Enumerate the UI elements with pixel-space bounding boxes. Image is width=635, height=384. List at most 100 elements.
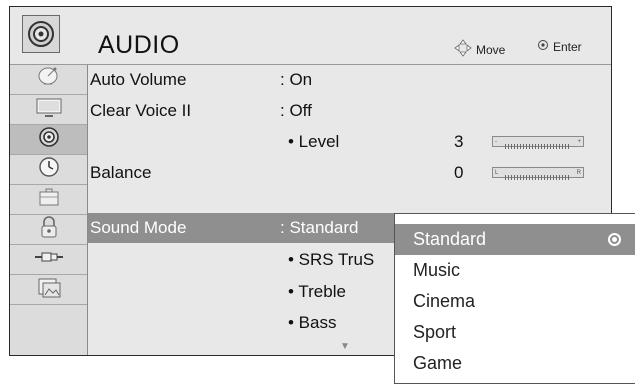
level-row[interactable]: • Level 3 - + xyxy=(88,127,611,157)
balance-label: Balance xyxy=(90,163,152,182)
lock-icon xyxy=(38,215,60,244)
sidebar-item-option[interactable] xyxy=(10,185,87,215)
sidebar-item-picture[interactable] xyxy=(10,95,87,125)
slider-tick xyxy=(526,144,527,149)
slider-tick xyxy=(523,175,524,180)
slider-tick xyxy=(547,175,548,180)
srs-label: • SRS TruS xyxy=(288,250,375,269)
slider-tick xyxy=(541,175,542,180)
option-music[interactable]: Music xyxy=(395,255,635,286)
balance-row[interactable]: Balance 0 L R xyxy=(88,158,611,188)
menu-header: AUDIO Move Enter xyxy=(10,7,611,65)
sidebar-item-lock[interactable] xyxy=(10,215,87,245)
level-slider[interactable]: - + xyxy=(492,136,584,149)
slider-tick xyxy=(553,144,554,149)
input-plug-icon xyxy=(34,247,64,272)
page-title: AUDIO xyxy=(98,31,180,59)
slider-tick xyxy=(556,144,557,149)
slider-tick xyxy=(505,175,506,180)
sound-mode-label: Sound Mode xyxy=(90,218,187,237)
balance-slider-left: L xyxy=(495,170,499,176)
slider-tick xyxy=(559,175,560,180)
slider-tick xyxy=(550,144,551,149)
slider-tick xyxy=(550,175,551,180)
slider-tick xyxy=(556,175,557,180)
option-game[interactable]: Game xyxy=(395,348,635,379)
slider-tick xyxy=(547,144,548,149)
selected-radio-icon xyxy=(608,233,621,246)
slider-tick xyxy=(529,175,530,180)
balance-value: 0 xyxy=(454,163,464,182)
ok-button-icon xyxy=(537,39,549,54)
slider-tick xyxy=(505,144,506,149)
auto-volume-row[interactable]: Auto Volume : On xyxy=(88,65,611,95)
clear-voice-value: : Off xyxy=(280,101,312,120)
slider-tick xyxy=(535,175,536,180)
speaker-icon xyxy=(22,15,60,53)
slider-tick xyxy=(535,144,536,149)
category-sidebar xyxy=(10,65,88,355)
option-standard[interactable]: Standard xyxy=(395,224,635,255)
slider-tick xyxy=(508,144,509,149)
slider-tick xyxy=(511,144,512,149)
scroll-down-arrow-icon[interactable]: ▼ xyxy=(340,341,350,352)
option-game-label: Game xyxy=(413,353,463,373)
slider-tick xyxy=(523,144,524,149)
slider-tick xyxy=(532,175,533,180)
sound-mode-dropdown: Standard Music Cinema Sport Game xyxy=(394,213,635,384)
move-hint: Move xyxy=(454,39,505,60)
option-cinema-label: Cinema xyxy=(413,291,476,311)
enter-hint-label: Enter xyxy=(553,39,582,54)
sidebar-item-input[interactable] xyxy=(10,245,87,275)
slider-tick xyxy=(553,175,554,180)
dpad-icon xyxy=(454,39,472,60)
slider-tick xyxy=(511,175,512,180)
slider-tick xyxy=(514,144,515,149)
sidebar-item-audio[interactable] xyxy=(10,125,87,155)
move-hint-label: Move xyxy=(476,42,506,57)
treble-label: • Treble xyxy=(288,282,346,301)
slider-tick xyxy=(538,175,539,180)
clear-voice-label: Clear Voice II xyxy=(90,101,192,120)
clear-voice-row[interactable]: Clear Voice II : Off xyxy=(88,96,611,126)
slider-tick xyxy=(532,144,533,149)
photo-icon xyxy=(36,275,62,304)
slider-tick xyxy=(544,175,545,180)
option-music-label: Music xyxy=(413,260,461,280)
slider-tick xyxy=(520,175,521,180)
auto-volume-label: Auto Volume xyxy=(90,70,187,89)
sound-mode-value: : Standard xyxy=(280,218,359,237)
slider-tick xyxy=(544,144,545,149)
satellite-dish-icon xyxy=(36,65,62,94)
option-standard-label: Standard xyxy=(413,229,487,249)
level-slider-min: - xyxy=(495,139,497,145)
slider-tick xyxy=(538,144,539,149)
balance-slider[interactable]: L R xyxy=(492,167,584,180)
slider-tick xyxy=(565,144,566,149)
slider-tick xyxy=(514,175,515,180)
bass-label: • Bass xyxy=(288,313,337,332)
slider-tick xyxy=(562,175,563,180)
slider-tick xyxy=(565,175,566,180)
sidebar-item-usb[interactable] xyxy=(10,275,87,305)
clock-icon xyxy=(37,155,61,184)
tv-screen-icon xyxy=(35,96,63,123)
option-sport-label: Sport xyxy=(413,322,457,342)
slider-tick xyxy=(517,144,518,149)
slider-tick xyxy=(559,144,560,149)
speaker-icon xyxy=(37,125,61,154)
option-sport[interactable]: Sport xyxy=(395,317,635,348)
level-label: • Level xyxy=(288,132,340,151)
enter-hint: Enter xyxy=(537,39,582,54)
level-slider-max: + xyxy=(577,139,581,145)
option-cinema[interactable]: Cinema xyxy=(395,286,635,317)
balance-slider-right: R xyxy=(576,170,581,176)
slider-tick xyxy=(568,175,569,180)
briefcase-icon xyxy=(37,186,61,213)
slider-tick xyxy=(529,144,530,149)
slider-tick xyxy=(562,144,563,149)
slider-tick xyxy=(508,175,509,180)
slider-tick xyxy=(541,144,542,149)
sidebar-item-time[interactable] xyxy=(10,155,87,185)
sidebar-item-channel[interactable] xyxy=(10,65,87,95)
